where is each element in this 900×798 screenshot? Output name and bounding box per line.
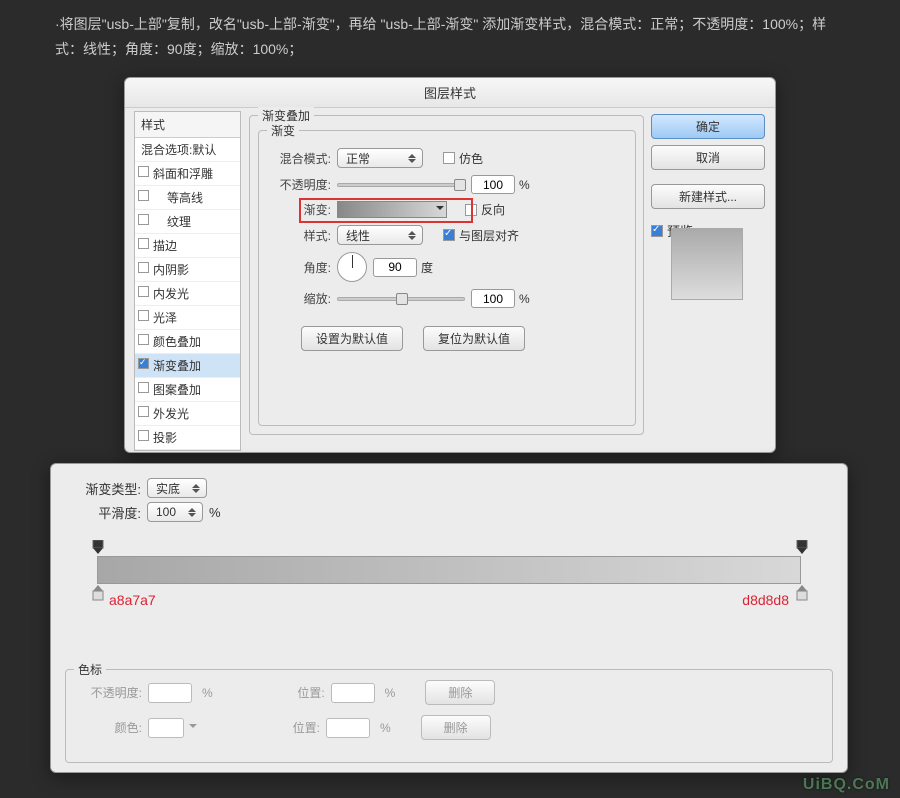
gradient-type-label: 渐变类型: [69, 479, 141, 498]
style-item-drop-shadow[interactable]: 投影 [135, 426, 240, 450]
chevron-down-icon [189, 724, 197, 732]
opacity-stop-input[interactable] [148, 683, 192, 703]
style-item-texture[interactable]: 纹理 [135, 210, 240, 234]
blend-mode-row: 混合模式: 正常 仿色 [275, 148, 635, 168]
gradient-editor-dialog: 渐变类型: 实底 平滑度: 100 % a8a7a7 d8d8d8 色标 不透明… [50, 463, 848, 773]
smoothness-unit: % [209, 505, 221, 520]
style-item-bevel[interactable]: 斜面和浮雕 [135, 162, 240, 186]
angle-input[interactable] [373, 258, 417, 277]
color-swatch[interactable] [148, 718, 184, 738]
opacity-label: 不透明度: [275, 176, 331, 193]
smoothness-select[interactable]: 100 [147, 502, 203, 522]
chevron-updown-icon [189, 481, 203, 495]
gradient-row: 渐变: 反向 [275, 201, 635, 218]
angle-label: 角度: [275, 259, 331, 276]
style-select[interactable]: 线性 [337, 225, 423, 245]
group-label-inner: 渐变 [267, 122, 299, 139]
angle-unit: 度 [421, 259, 433, 276]
opacity-stop-label: 不透明度: [82, 684, 142, 701]
instruction-text: ·将图层"usb-上部"复制，改名"usb-上部-渐变"，再给 "usb-上部-… [0, 0, 900, 74]
style-item-pattern-overlay[interactable]: 图案叠加 [135, 378, 240, 402]
preview-checkbox[interactable] [651, 225, 663, 237]
left-color-code: a8a7a7 [109, 592, 156, 608]
blend-options-item[interactable]: 混合选项:默认 [135, 138, 240, 162]
percent-label: % [380, 721, 391, 735]
opacity-stop-left[interactable] [91, 540, 103, 554]
preview-swatch [671, 228, 743, 300]
styles-sidebar: 样式 混合选项:默认 斜面和浮雕 等高线 纹理 描边 内阴影 内发光 光泽 颜色… [134, 111, 241, 451]
position-label: 位置: [280, 719, 320, 736]
color-stop-label: 颜色: [82, 719, 142, 736]
layer-style-dialog: 图层样式 样式 混合选项:默认 斜面和浮雕 等高线 纹理 描边 内阴影 内发光 … [124, 77, 776, 453]
default-buttons-row: 设置为默认值 复位为默认值 [301, 326, 635, 351]
color-stops-group: 色标 不透明度: % 位置: % 删除 颜色: 位置: % 删除 [65, 669, 833, 763]
position-label: 位置: [285, 684, 325, 701]
reset-default-button[interactable]: 复位为默认值 [423, 326, 525, 351]
scale-label: 缩放: [275, 290, 331, 307]
style-item-outer-glow[interactable]: 外发光 [135, 402, 240, 426]
reverse-label: 反向 [481, 201, 505, 218]
blend-mode-select[interactable]: 正常 [337, 148, 423, 168]
gradient-type-row: 渐变类型: 实底 [69, 478, 829, 498]
smoothness-label: 平滑度: [69, 503, 141, 522]
dialog-title: 图层样式 [125, 78, 775, 108]
opacity-stop-row: 不透明度: % 位置: % 删除 [82, 680, 816, 705]
color-position-input[interactable] [326, 718, 370, 738]
opacity-input[interactable] [471, 175, 515, 194]
gradient-overlay-group: 渐变叠加 渐变 混合模式: 正常 仿色 不透明度: % 渐变: [249, 115, 644, 435]
style-item-inner-glow[interactable]: 内发光 [135, 282, 240, 306]
blend-mode-label: 混合模式: [275, 150, 331, 167]
scale-slider[interactable] [337, 297, 465, 301]
opacity-position-input[interactable] [331, 683, 375, 703]
angle-dial[interactable] [337, 252, 367, 282]
gradient-strip[interactable] [97, 556, 801, 584]
right-color-code: d8d8d8 [742, 592, 789, 608]
chevron-updown-icon [405, 151, 419, 165]
style-item-inner-shadow[interactable]: 内阴影 [135, 258, 240, 282]
style-row: 样式: 线性 与图层对齐 [275, 225, 635, 245]
new-style-button[interactable]: 新建样式... [651, 184, 765, 209]
style-item-gradient-overlay[interactable]: 渐变叠加 [135, 354, 240, 378]
color-stop-left[interactable] [91, 585, 103, 599]
highlight-annotation [299, 198, 473, 223]
watermark: UiBQ.CoM [803, 776, 890, 794]
ok-button[interactable]: 确定 [651, 114, 765, 139]
style-item-color-overlay[interactable]: 颜色叠加 [135, 330, 240, 354]
scale-unit: % [519, 292, 530, 306]
color-stop-row: 颜色: 位置: % 删除 [82, 715, 816, 740]
style-item-contour[interactable]: 等高线 [135, 186, 240, 210]
align-label: 与图层对齐 [459, 227, 519, 244]
opacity-stop-right[interactable] [795, 540, 807, 554]
opacity-slider[interactable] [337, 183, 465, 187]
delete-opacity-stop-button[interactable]: 删除 [425, 680, 495, 705]
set-default-button[interactable]: 设置为默认值 [301, 326, 403, 351]
percent-label: % [202, 686, 213, 700]
opacity-unit: % [519, 178, 530, 192]
opacity-row: 不透明度: % [275, 175, 635, 194]
chevron-down-icon [185, 505, 199, 519]
dialog-side-buttons: 确定 取消 新建样式... 预览 [651, 114, 765, 240]
style-item-satin[interactable]: 光泽 [135, 306, 240, 330]
scale-input[interactable] [471, 289, 515, 308]
style-item-stroke[interactable]: 描边 [135, 234, 240, 258]
gradient-group: 渐变 混合模式: 正常 仿色 不透明度: % 渐变: 反向 [258, 130, 636, 426]
scale-row: 缩放: % [275, 289, 635, 308]
align-checkbox[interactable] [443, 229, 455, 241]
percent-label: % [385, 686, 396, 700]
style-label: 样式: [275, 227, 331, 244]
gradient-editor: a8a7a7 d8d8d8 [69, 536, 829, 616]
delete-color-stop-button[interactable]: 删除 [421, 715, 491, 740]
angle-row: 角度: 度 [275, 252, 635, 282]
gradient-type-select[interactable]: 实底 [147, 478, 207, 498]
dither-label: 仿色 [459, 150, 483, 167]
dither-checkbox[interactable] [443, 152, 455, 164]
color-stop-right[interactable] [795, 585, 807, 599]
cancel-button[interactable]: 取消 [651, 145, 765, 170]
smoothness-row: 平滑度: 100 % [69, 502, 829, 522]
color-stops-label: 色标 [74, 661, 106, 678]
chevron-updown-icon [405, 228, 419, 242]
styles-header[interactable]: 样式 [135, 112, 240, 138]
